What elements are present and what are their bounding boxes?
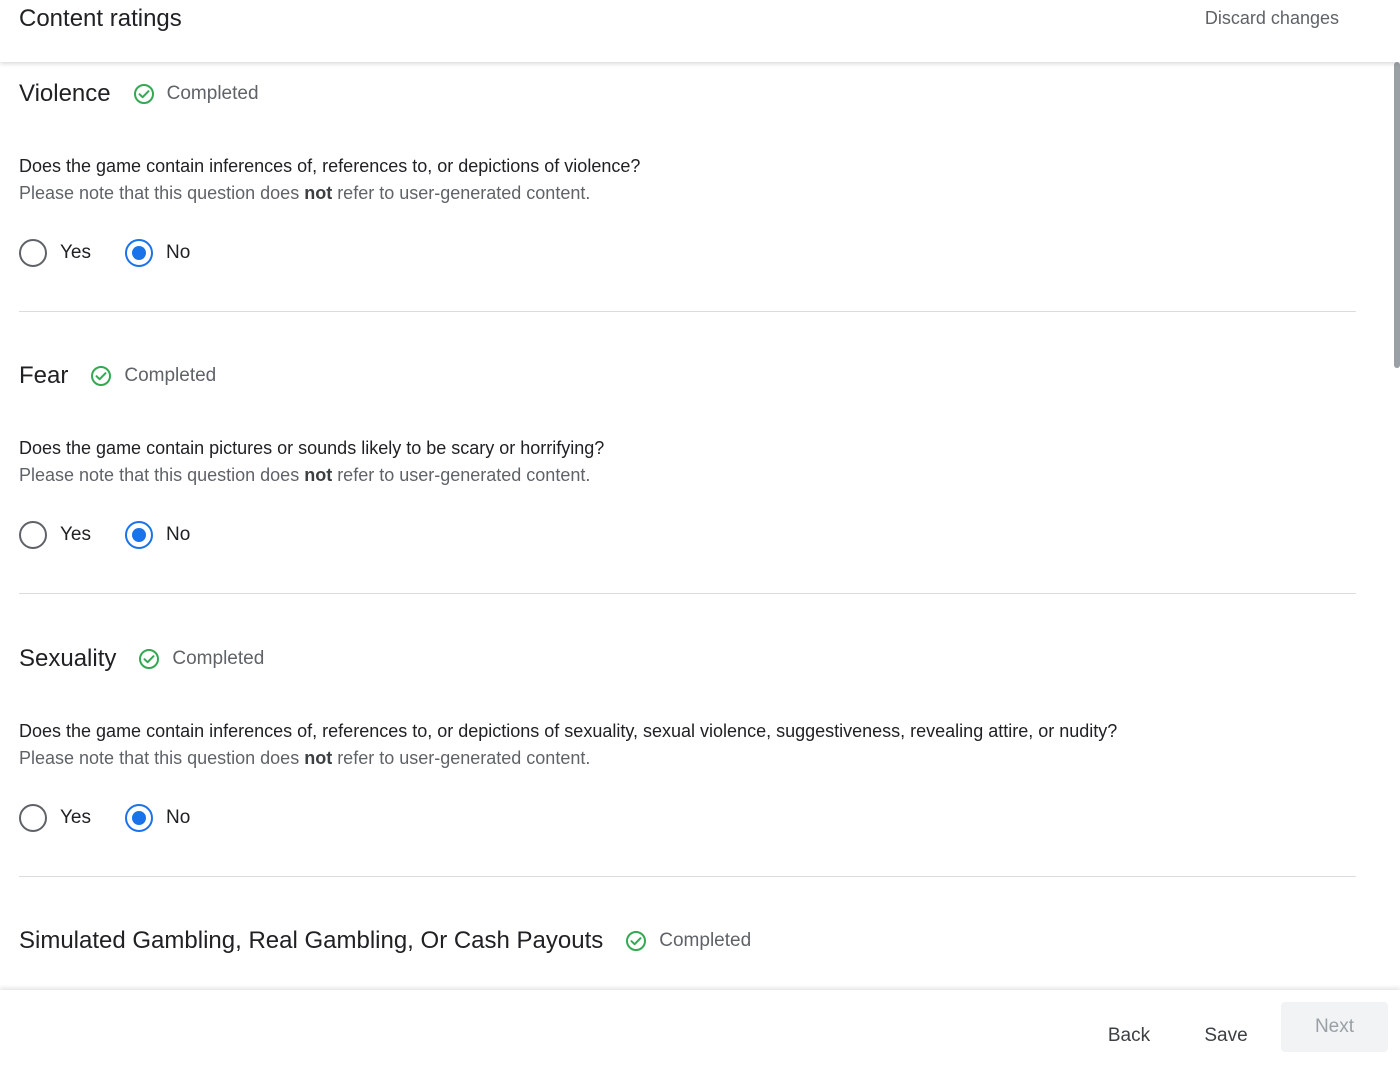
section-header: Violence Completed — [19, 77, 1356, 111]
section-title: Simulated Gambling, Real Gambling, Or Ca… — [19, 927, 604, 954]
section-divider — [19, 593, 1356, 594]
section-header: Fear Completed — [19, 359, 1356, 393]
section-fear: Fear Completed Does the game contain pic… — [19, 359, 1356, 549]
radio-group: Yes No — [19, 521, 190, 549]
check-circle-icon — [133, 83, 155, 105]
note-prefix: Please note that this question does — [19, 748, 305, 768]
radio-label-yes: Yes — [60, 807, 91, 828]
note-suffix: refer to user-generated content. — [332, 748, 591, 768]
footer-actions: Back Save Next — [0, 990, 1400, 1069]
radio-label-no: No — [166, 807, 191, 828]
radio-option-no[interactable]: No — [125, 521, 190, 549]
radio-label-no: No — [166, 524, 191, 545]
note-suffix: refer to user-generated content. — [332, 465, 591, 485]
section-divider — [19, 311, 1356, 312]
note-bold: not — [304, 465, 333, 485]
check-circle-icon — [90, 365, 112, 387]
top-bar: Content ratings Discard changes — [0, 0, 1400, 62]
question-text: Does the game contain pictures or sounds… — [19, 438, 605, 458]
radio-no[interactable] — [125, 804, 153, 832]
radio-option-no[interactable]: No — [125, 804, 190, 832]
check-circle-icon — [138, 648, 160, 670]
section-header: Sexuality Completed — [19, 642, 1356, 676]
discard-changes-button[interactable]: Discard changes — [1205, 8, 1339, 29]
scrollbar-thumb[interactable] — [1394, 62, 1400, 368]
questionnaire-scroll-area[interactable]: Violence Completed Does the game contain… — [0, 62, 1400, 990]
section-divider — [19, 876, 1356, 877]
question-text: Does the game contain inferences of, ref… — [19, 721, 1118, 741]
question-text: Does the game contain inferences of, ref… — [19, 156, 641, 176]
save-button[interactable]: Save — [1190, 1012, 1262, 1060]
next-button[interactable]: Next — [1281, 1002, 1388, 1052]
section-gambling: Simulated Gambling, Real Gambling, Or Ca… — [19, 924, 1356, 958]
note-bold: not — [304, 748, 333, 768]
note-text: Please note that this question does not … — [19, 180, 590, 207]
radio-option-yes[interactable]: Yes — [19, 804, 91, 832]
status-label: Completed — [124, 365, 217, 386]
section-sexuality: Sexuality Completed Does the game contai… — [19, 642, 1356, 832]
note-suffix: refer to user-generated content. — [332, 183, 591, 203]
note-prefix: Please note that this question does — [19, 183, 305, 203]
status-label: Completed — [659, 930, 752, 951]
note-prefix: Please note that this question does — [19, 465, 305, 485]
check-circle-icon — [625, 930, 647, 952]
status-label: Completed — [166, 83, 259, 104]
radio-option-yes[interactable]: Yes — [19, 521, 91, 549]
back-button[interactable]: Back — [1090, 1012, 1168, 1060]
status-label: Completed — [172, 648, 265, 669]
section-header: Simulated Gambling, Real Gambling, Or Ca… — [19, 924, 1356, 958]
radio-yes[interactable] — [19, 804, 47, 832]
section-title: Violence — [19, 80, 111, 107]
radio-label-no: No — [166, 242, 191, 263]
radio-no[interactable] — [125, 521, 153, 549]
radio-no[interactable] — [125, 239, 153, 267]
radio-label-yes: Yes — [60, 524, 91, 545]
radio-yes[interactable] — [19, 239, 47, 267]
radio-yes[interactable] — [19, 521, 47, 549]
radio-option-no[interactable]: No — [125, 239, 190, 267]
radio-option-yes[interactable]: Yes — [19, 239, 91, 267]
radio-group: Yes No — [19, 239, 190, 267]
section-title: Sexuality — [19, 645, 117, 672]
note-text: Please note that this question does not … — [19, 462, 590, 489]
section-violence: Violence Completed Does the game contain… — [19, 77, 1356, 267]
radio-label-yes: Yes — [60, 242, 91, 263]
radio-group: Yes No — [19, 804, 190, 832]
note-text: Please note that this question does not … — [19, 745, 590, 772]
note-bold: not — [304, 183, 333, 203]
page-title: Content ratings — [19, 5, 182, 32]
section-title: Fear — [19, 362, 69, 389]
